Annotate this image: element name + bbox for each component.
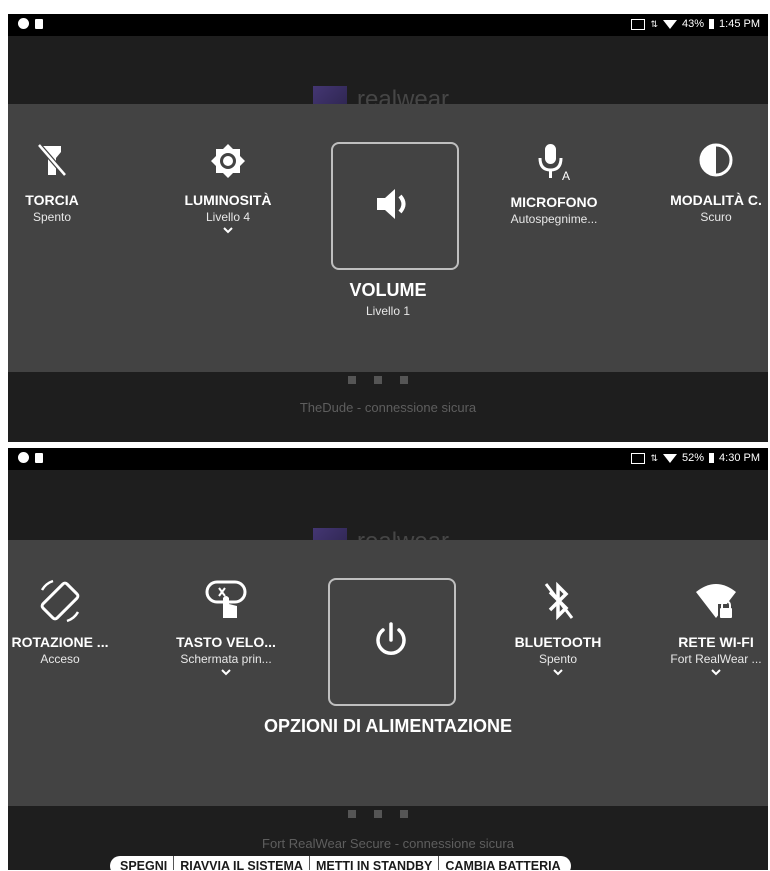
quick-settings-panel: ROTAZIONE ... Acceso TASTO VELO... Scher… (8, 540, 768, 870)
flashlight-off-icon (37, 143, 67, 177)
chevron-down-icon (223, 227, 233, 234)
touch-shortcut-icon (205, 580, 247, 618)
stop-icon (400, 810, 408, 818)
svg-text:A: A (562, 169, 570, 182)
chevron-down-icon (221, 669, 231, 676)
pause-icon (374, 810, 382, 818)
tile-value: Spento (32, 210, 72, 224)
notification-dot-icon (18, 18, 29, 29)
clock: 4:30 PM (719, 452, 760, 464)
tile-value: Autospegnime... (510, 212, 598, 226)
battery-icon (709, 19, 715, 29)
tile-value: Spento (538, 652, 578, 666)
status-bar: ⇅ 52% 4:30 PM (8, 448, 768, 470)
tile-label: MICROFONO (510, 194, 598, 210)
tile-value: Schermata prin... (180, 652, 272, 666)
quick-settings-panel: TORCIA Spento LUMINOSITÀ Livello 4 A MIC… (8, 104, 768, 372)
tile-rotation[interactable]: ROTAZIONE ... Acceso (8, 578, 112, 666)
focused-tile-frame[interactable] (328, 578, 456, 706)
wifi-signal-icon (663, 19, 677, 29)
sim-card-icon (35, 452, 43, 463)
tile-value: Fort RealWear ... (670, 652, 762, 666)
tile-microphone[interactable]: A MICROFONO Autospegnime... (494, 142, 614, 226)
play-icon (348, 376, 356, 384)
microphone-auto-icon: A (538, 144, 570, 182)
chevron-down-icon (711, 669, 721, 676)
tile-label: TORCIA (25, 192, 79, 208)
bottom-bar: Fort RealWear Secure - connessione sicur… (8, 806, 768, 870)
brightness-icon (211, 144, 245, 178)
tile-dark-mode[interactable]: MODALITÀ C. Scuro (664, 142, 768, 224)
cast-icon (631, 452, 646, 464)
tile-label: LUMINOSITÀ (184, 192, 272, 208)
focused-tile-value: Livello 1 (365, 304, 411, 318)
focused-tile-frame[interactable] (331, 142, 459, 270)
sim-card-icon (35, 18, 43, 29)
tile-bluetooth[interactable]: BLUETOOTH Spento (508, 578, 608, 676)
volume-icon (377, 189, 406, 219)
wifi-lock-icon (696, 584, 736, 618)
play-icon (348, 810, 356, 818)
stop-icon (400, 376, 408, 384)
tile-value: Scuro (700, 210, 732, 224)
tile-label: BLUETOOTH (514, 634, 602, 650)
tile-value: Livello 4 (205, 210, 251, 224)
battery-percent: 43% (682, 18, 705, 30)
tile-shortcut-button[interactable]: TASTO VELO... Schermata prin... (168, 578, 284, 676)
tile-value: Acceso (40, 652, 80, 666)
tile-flashlight[interactable]: TORCIA Spento (8, 142, 96, 224)
bottom-bar: TheDude - connessione sicura (8, 372, 768, 442)
clock: 1:45 PM (719, 18, 760, 30)
chevron-down-icon (553, 669, 563, 676)
tile-label: RETE WI-FI (678, 634, 754, 650)
notification-dot-icon (18, 452, 29, 463)
power-icon (376, 622, 406, 655)
pause-icon (374, 376, 382, 384)
tile-label: TASTO VELO... (176, 634, 276, 650)
screen-rotation-icon (40, 579, 80, 623)
contrast-icon (699, 143, 733, 177)
tile-label: MODALITÀ C. (670, 192, 762, 208)
bluetooth-off-icon (544, 581, 574, 621)
data-arrows-icon: ⇅ (650, 18, 658, 29)
screen-power-options: ⇅ 52% 4:30 PM realwear ROTAZIONE ... Acc… (8, 448, 768, 870)
tile-brightness[interactable]: LUMINOSITÀ Livello 4 (170, 142, 286, 234)
status-bar: ⇅ 43% 1:45 PM (8, 14, 768, 36)
tile-label: ROTAZIONE ... (11, 634, 109, 650)
data-arrows-icon: ⇅ (650, 452, 658, 463)
connection-status: TheDude - connessione sicura (299, 400, 477, 415)
tile-wifi[interactable]: RETE WI-FI Fort RealWear ... (664, 578, 768, 676)
cast-icon (631, 18, 646, 30)
screen-volume: ⇅ 43% 1:45 PM realwear TORCIA Spento LUM… (8, 14, 768, 442)
connection-status: Fort RealWear Secure - connessione sicur… (262, 836, 514, 851)
focused-tile-label: OPZIONI DI ALIMENTAZIONE (264, 716, 512, 736)
focused-tile-label: VOLUME (349, 280, 427, 300)
battery-percent: 52% (682, 452, 705, 464)
battery-icon (709, 453, 715, 463)
wifi-signal-icon (663, 453, 677, 463)
